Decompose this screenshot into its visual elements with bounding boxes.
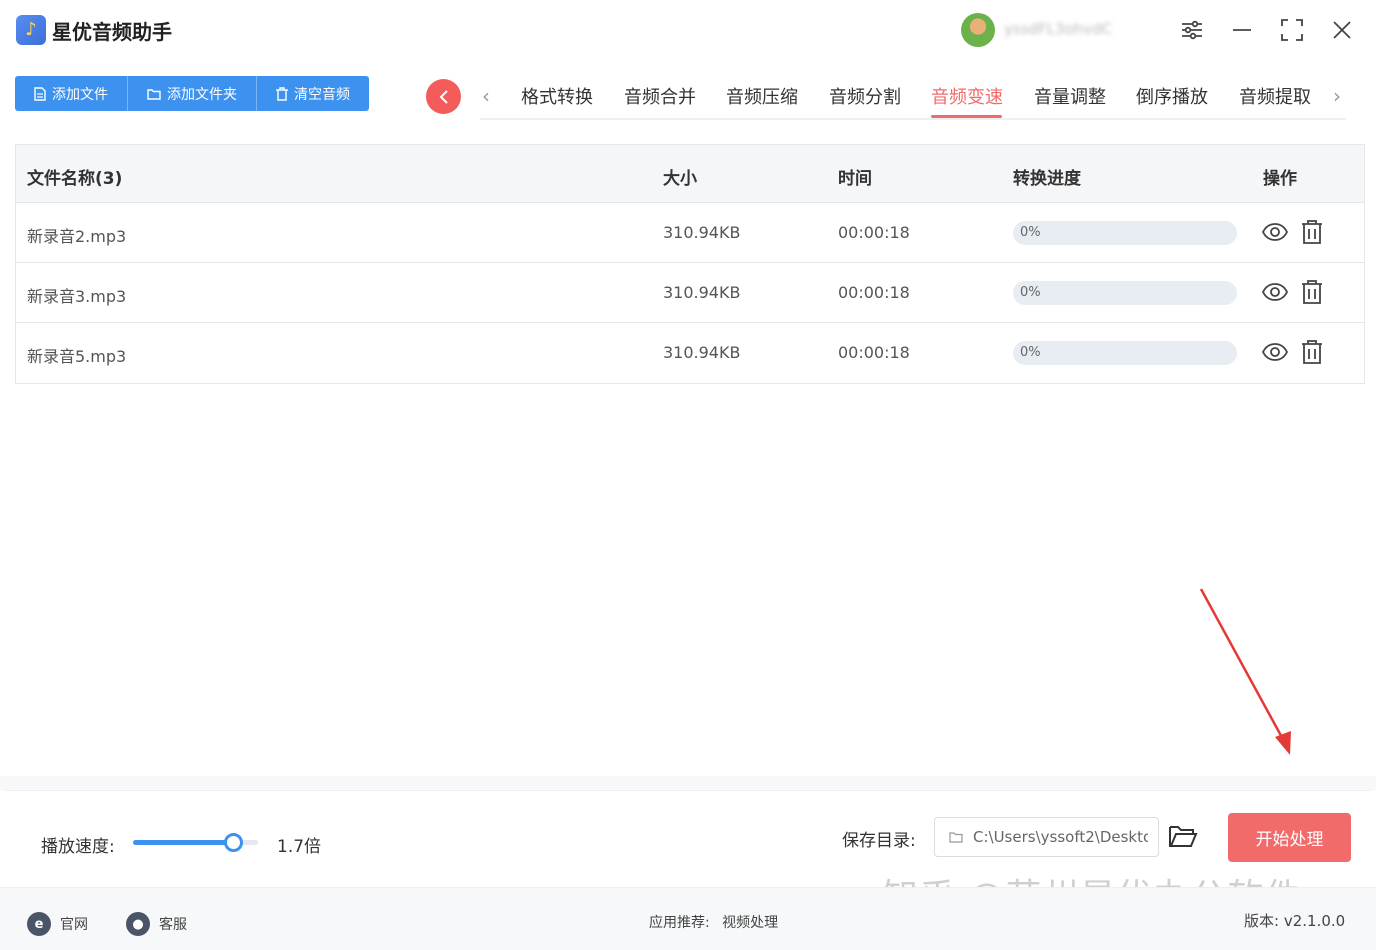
header-time: 时间 <box>838 169 872 189</box>
close-icon[interactable] <box>1327 15 1357 45</box>
red-arrow-annotation <box>1199 588 1291 755</box>
save-dir-input[interactable] <box>973 828 1148 846</box>
tab-audio-extract[interactable]: 音频提取 <box>1239 83 1311 109</box>
speed-slider-thumb[interactable] <box>224 833 243 852</box>
app-recommend: 应用推荐: 视频处理 <box>649 912 778 932</box>
support-label: 客服 <box>159 917 187 933</box>
maximize-icon[interactable] <box>1277 15 1307 45</box>
delete-trash-icon[interactable] <box>1299 219 1325 245</box>
minimize-icon[interactable] <box>1227 15 1257 45</box>
progress-text: 0% <box>1020 285 1041 300</box>
progress-bar: 0% <box>1013 221 1237 245</box>
tab-audio-speed[interactable]: 音频变速 <box>931 83 1003 109</box>
avatar[interactable] <box>961 13 995 47</box>
tab-audio-compress[interactable]: 音频压缩 <box>726 83 798 109</box>
active-tab-indicator <box>931 115 1002 118</box>
settings-sliders-icon[interactable] <box>1177 15 1207 45</box>
preview-eye-icon[interactable] <box>1261 339 1289 365</box>
file-name: 新录音2.mp3 <box>27 227 127 246</box>
file-name: 新录音3.mp3 <box>27 287 127 306</box>
file-size: 310.94KB <box>663 343 741 362</box>
table-row[interactable]: 新录音3.mp3 310.94KB 00:00:18 0% <box>16 263 1364 323</box>
preview-eye-icon[interactable] <box>1261 219 1289 245</box>
speed-label: 播放速度: <box>41 837 115 857</box>
progress-bar: 0% <box>1013 281 1237 305</box>
header-size: 大小 <box>663 169 697 189</box>
table-row[interactable]: 新录音5.mp3 310.94KB 00:00:18 0% <box>16 323 1364 383</box>
drop-area[interactable] <box>15 383 1365 776</box>
tab-strip: 格式转换 音频合并 音频压缩 音频分割 音频变速 音量调整 倒序播放 音频提取 <box>480 78 1346 120</box>
save-dir-label: 保存目录: <box>842 831 916 851</box>
progress-bar: 0% <box>1013 341 1237 365</box>
header-name: 文件名称(3) <box>27 169 123 189</box>
website-label: 官网 <box>60 917 88 933</box>
open-folder-icon[interactable] <box>1168 823 1200 851</box>
speed-slider[interactable] <box>133 833 258 852</box>
tab-audio-merge[interactable]: 音频合并 <box>624 83 696 109</box>
table-row[interactable]: 新录音2.mp3 310.94KB 00:00:18 0% <box>16 203 1364 263</box>
tab-reverse-play[interactable]: 倒序播放 <box>1136 83 1208 109</box>
app-title: 星优音频助手 <box>52 20 172 44</box>
table-header: 文件名称(3) 大小 时间 转换进度 操作 <box>16 145 1364 203</box>
file-size: 310.94KB <box>663 283 741 302</box>
website-link[interactable]: e 官网 <box>27 912 88 936</box>
speed-slider-fill <box>133 840 233 845</box>
folder-small-icon <box>949 832 963 843</box>
add-file-button[interactable]: 添加文件 <box>15 76 128 111</box>
start-process-button[interactable]: 开始处理 <box>1228 813 1351 862</box>
preview-eye-icon[interactable] <box>1261 279 1289 305</box>
recommend-link[interactable]: 视频处理 <box>722 915 778 931</box>
header-ops: 操作 <box>1263 169 1297 189</box>
tab-format-convert[interactable]: 格式转换 <box>521 83 593 109</box>
footer: e 官网 ● 客服 应用推荐: 视频处理 版本: v2.1.0.0 <box>0 887 1376 950</box>
file-duration: 00:00:18 <box>838 283 910 302</box>
tab-volume-adjust[interactable]: 音量调整 <box>1034 83 1106 109</box>
file-action-group: 添加文件 添加文件夹 清空音频 <box>15 76 369 111</box>
back-button[interactable] <box>426 79 461 114</box>
file-name: 新录音5.mp3 <box>27 347 127 366</box>
progress-text: 0% <box>1020 345 1041 360</box>
file-duration: 00:00:18 <box>838 223 910 242</box>
add-folder-button[interactable]: 添加文件夹 <box>128 76 257 111</box>
trash-icon <box>276 86 288 101</box>
chat-bubble-icon: ● <box>126 912 150 936</box>
add-folder-label: 添加文件夹 <box>167 86 237 103</box>
speed-value: 1.7倍 <box>277 837 322 857</box>
delete-trash-icon[interactable] <box>1299 339 1325 365</box>
version-text: 版本: v2.1.0.0 <box>1244 912 1346 930</box>
username[interactable]: yssdFL3ohvdC <box>1004 20 1154 40</box>
add-file-label: 添加文件 <box>52 86 108 103</box>
progress-text: 0% <box>1020 225 1041 240</box>
delete-trash-icon[interactable] <box>1299 279 1325 305</box>
file-icon <box>34 86 46 101</box>
chevron-left-icon <box>439 89 448 104</box>
folder-icon <box>147 88 161 100</box>
clear-audio-button[interactable]: 清空音频 <box>257 76 369 111</box>
save-dir-field[interactable] <box>934 817 1159 857</box>
tab-scroll-right-icon[interactable]: › <box>1333 84 1341 108</box>
file-table: 文件名称(3) 大小 时间 转换进度 操作 新录音2.mp3 310.94KB … <box>15 144 1365 384</box>
ie-globe-icon: e <box>27 912 51 936</box>
file-size: 310.94KB <box>663 223 741 242</box>
app-logo-icon: ♪ <box>16 15 46 45</box>
clear-audio-label: 清空音频 <box>294 86 350 103</box>
recommend-label: 应用推荐: <box>649 915 710 931</box>
file-duration: 00:00:18 <box>838 343 910 362</box>
header-progress: 转换进度 <box>1013 169 1081 189</box>
tab-audio-split[interactable]: 音频分割 <box>829 83 901 109</box>
title-bar: ♪ 星优音频助手 yssdFL3ohvdC <box>0 0 1376 62</box>
support-link[interactable]: ● 客服 <box>126 912 187 936</box>
separator-band <box>0 776 1376 790</box>
